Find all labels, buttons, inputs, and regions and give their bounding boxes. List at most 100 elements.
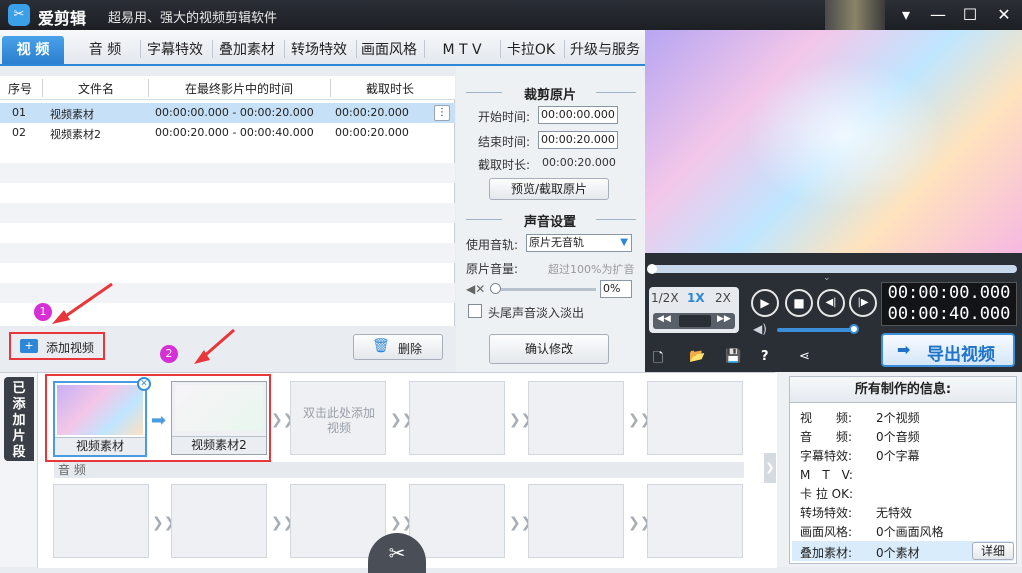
jog-wheel[interactable]: ◀◀ ▶▶ [653,313,735,329]
end-time-input[interactable]: 00:00:20.000 [538,131,618,149]
fade-checkbox[interactable] [468,304,482,318]
timeline-handle[interactable] [647,264,657,274]
new-project-icon[interactable]: 🗋 [653,349,663,371]
player-volume-handle[interactable] [849,324,859,334]
add-video-placeholder[interactable]: 双击此处添加视频 [290,381,386,455]
audio-slot[interactable] [528,484,624,558]
info-row: 转场特效: 无特效 [800,506,913,520]
player-volume-slider[interactable] [777,328,855,332]
row-index: 02 [12,126,26,139]
chevron-down-icon: ▼ [620,237,628,248]
storyboard: 已添加片段 视频素材 ✕ ➡ 视频素材2 ❯❯ 双击此处添加视频 ❯❯ ❯❯ ❯… [0,372,777,573]
maximize-button[interactable]: ☐ [956,2,984,28]
total-time: 00:00:40.000 [887,304,1011,324]
empty-slot[interactable] [409,381,505,455]
main-tab-bar: 视 频 音 频 字幕特效 叠加素材 转场特效 画面风格 M T V 卡拉OK 升… [0,30,645,66]
timeline-bar[interactable] [649,265,1017,273]
row-filename: 视频素材 [50,108,94,121]
more-options-icon[interactable]: ⋮ [434,105,450,121]
tab-subtitle-effects[interactable]: 字幕特效 [142,36,208,64]
audio-slot[interactable] [647,484,743,558]
open-folder-icon[interactable]: 📂 [689,349,705,364]
help-icon[interactable]: ? [761,349,769,364]
row-filename: 视频素材2 [50,128,101,141]
current-time: 00:00:00.000 [887,283,1011,303]
volume-slider-handle[interactable] [490,283,501,294]
app-logo-icon: ✂ [8,4,30,26]
volume-icon[interactable]: ◀) [753,322,767,336]
collapse-icon[interactable]: ⌄ [823,273,831,283]
tab-transitions[interactable]: 转场特效 [286,36,352,64]
next-frame-icon[interactable]: |▶ [849,289,877,317]
audio-slot[interactable] [53,484,149,558]
tab-style[interactable]: 画面风格 [358,36,420,64]
audio-track-select[interactable]: 原片无音轨 ▼ [526,234,632,252]
volume-input[interactable]: 0% [600,280,632,298]
stop-icon[interactable]: ■ [785,289,813,317]
empty-slot[interactable] [528,381,624,455]
add-video-button[interactable]: 添加视频 [46,339,94,356]
info-row: M T V: [800,468,853,482]
table-row[interactable]: 01 视频素材 00:00:00.000 - 00:00:20.000 00:0… [0,103,455,123]
rewind-icon[interactable]: ◀◀ [657,314,671,324]
crop-panel: 裁剪原片 开始时间: 00:00:00.000 结束时间: 00:00:20.0… [456,66,645,372]
arrow-right-icon: ❯❯ [509,412,533,428]
export-label: 导出视频 [927,345,995,365]
audio-track-value: 原片无音轨 [529,236,584,249]
menu-dropdown-icon[interactable]: ▾ [892,2,920,28]
row-time-span: 00:00:00.000 - 00:00:20.000 [155,106,314,119]
arrow-right-icon: ❯❯ [390,515,414,531]
table-row[interactable]: 02 视频素材2 00:00:20.000 - 00:00:40.000 00:… [0,123,455,143]
remove-clip-icon[interactable]: ✕ [137,377,151,391]
tab-upgrade[interactable]: 升级与服务 [566,36,644,64]
speed-panel: 1/2X 1X 2X ◀◀ ▶▶ [649,287,739,333]
clip-label: 视频素材 [55,437,145,455]
minimize-button[interactable]: — [924,2,952,28]
tab-overlay[interactable]: 叠加素材 [214,36,280,64]
fade-label: 头尾声音淡入淡出 [488,306,585,320]
table-header: 序号 文件名 在最终影片中的时间 截取时长 [0,76,455,100]
start-time-input[interactable]: 00:00:00.000 [538,106,618,124]
confirm-button[interactable]: 确认修改 [489,334,609,364]
trash-icon: 🗑 [372,338,390,354]
clip-thumbnail[interactable]: 视频素材2 [171,381,267,455]
tab-video[interactable]: 视 频 [2,36,64,64]
save-icon[interactable]: 💾 [725,349,741,364]
row-duration: 00:00:20.000 [335,126,409,139]
previous-frame-icon[interactable]: ◀| [817,289,845,317]
crop-section-title: 裁剪原片 [523,88,576,103]
speed-1x[interactable]: 1X [687,291,705,305]
tab-audio[interactable]: 音 频 [74,36,136,64]
close-button[interactable]: ✕ [990,2,1018,28]
delete-button[interactable]: 🗑 删除 [353,334,443,360]
arrow-right-icon: ➡ [151,410,167,431]
clip-label: 视频素材2 [172,436,266,454]
preview-crop-button[interactable]: 预览/截取原片 [489,178,609,200]
tab-mtv[interactable]: M T V [430,36,494,64]
speed-2x[interactable]: 2X [715,291,731,305]
audio-slot[interactable] [171,484,267,558]
column-header: 在最终影片中的时间 [185,82,294,96]
expand-panel-icon[interactable]: ❯ [764,453,776,483]
audio-slot[interactable] [409,484,505,558]
volume-slider[interactable] [490,288,596,291]
crop-length-value: 00:00:20.000 [542,156,616,169]
mute-icon[interactable]: ◀✕ [466,282,485,296]
fast-forward-icon[interactable]: ▶▶ [717,314,731,324]
row-index: 01 [12,106,26,119]
play-icon[interactable]: ▶ [751,289,779,317]
info-row: 字幕特效: 0个字幕 [800,449,920,463]
app-slogan: 超易用、强大的视频剪辑软件 [108,11,278,26]
speed-half[interactable]: 1/2X [651,291,679,305]
user-avatar[interactable] [825,0,885,30]
details-button[interactable]: 详细 [972,542,1014,560]
add-video-icon: + [20,339,38,353]
end-time-label: 结束时间: [478,135,531,149]
export-video-button[interactable]: ➡ 导出视频 [881,333,1015,367]
column-header: 截取时长 [366,82,415,96]
tab-karaoke[interactable]: 卡拉OK [502,36,560,64]
share-icon[interactable]: ⋖ [799,349,810,364]
empty-slot[interactable] [647,381,743,455]
clip-thumbnail[interactable]: 视频素材 ✕ [53,377,151,457]
crop-length-label: 截取时长: [478,158,531,172]
